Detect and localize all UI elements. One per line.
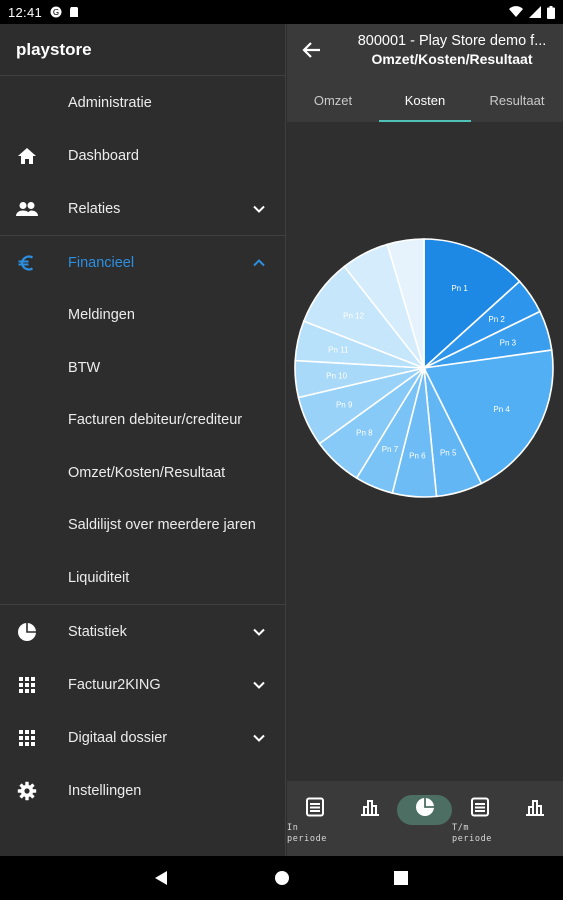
chevron-up-icon	[253, 258, 265, 266]
pie-slice-label: Pn 1	[451, 284, 468, 293]
tab-bar: Omzet Kosten Resultaat	[287, 78, 563, 122]
app-bar-title: 800001 - Play Store demo f...	[357, 33, 547, 49]
tab-kosten[interactable]: Kosten	[379, 78, 471, 122]
nav-in-periode-bar[interactable]	[342, 781, 397, 856]
home-icon	[16, 145, 38, 167]
chevron-down-icon	[253, 681, 265, 689]
list-icon	[470, 797, 489, 817]
back-icon[interactable]	[154, 870, 168, 886]
recents-icon[interactable]	[394, 871, 408, 885]
people-icon	[16, 198, 38, 220]
menu-item-relaties[interactable]: Relaties	[0, 182, 285, 235]
menu-item-meldingen[interactable]: Meldingen	[0, 289, 285, 342]
menu-item-label: Saldilijst over meerdere jaren	[68, 517, 256, 534]
menu-item-label: Administratie	[68, 94, 152, 111]
nav-tm-periode-list[interactable]: T/m periode	[452, 781, 507, 856]
pie-slice-label: Pn 11	[328, 345, 349, 354]
bottom-navigation: In periode T/m periode	[287, 781, 563, 856]
pie-slice-label: Pn 4	[493, 405, 510, 414]
menu-item-omzet-kosten-resultaat[interactable]: Omzet/Kosten/Resultaat	[0, 447, 285, 500]
bar-chart-icon	[360, 800, 379, 816]
pie-chart-area: Pn 1 Pn 2 Pn 3 Pn 4 Pn 5 Pn 6 Pn 7 Pn 8 Pn 9 Pn 1…	[287, 122, 563, 781]
wifi-icon	[509, 6, 523, 18]
report-pane: 800001 - Play Store demo f... Omzet/Kost…	[287, 24, 563, 856]
pie-slice-label: Pn 10	[326, 372, 347, 381]
svg-text:G: G	[53, 8, 59, 17]
pie-chart: Pn 1 Pn 2 Pn 3 Pn 4 Pn 5 Pn 6 Pn 7 Pn 8 Pn 9 Pn 1…	[294, 238, 554, 498]
sd-card-icon	[70, 7, 79, 17]
menu-item-financieel[interactable]: Financieel	[0, 236, 285, 289]
pie-slice-label: Pn 9	[336, 400, 353, 409]
menu-item-dashboard[interactable]: Dashboard	[0, 129, 285, 182]
pie-slice-label: Pn 5	[440, 448, 457, 457]
menu-item-label: Dashboard	[68, 147, 139, 164]
menu-item-administratie[interactable]: Administratie	[0, 76, 285, 129]
menu-item-label: Digitaal dossier	[68, 729, 168, 746]
menu-item-factuur2king[interactable]: Factuur2KING	[0, 658, 285, 711]
menu-item-instellingen[interactable]: Instellingen	[0, 764, 285, 817]
chevron-down-icon	[253, 205, 265, 213]
menu-item-saldilijst[interactable]: Saldilijst over meerdere jaren	[0, 499, 285, 552]
menu-item-label: Omzet/Kosten/Resultaat	[68, 464, 226, 481]
pie-slice-label: Pn 8	[356, 428, 373, 437]
pie-slice-label: Pn 7	[382, 445, 399, 454]
drawer-title: playstore	[0, 24, 285, 76]
menu-item-label: BTW	[68, 359, 101, 376]
nav-label: T/m periode	[452, 823, 493, 844]
nav-in-periode-list[interactable]: In periode	[287, 781, 342, 856]
tab-resultaat[interactable]: Resultaat	[471, 78, 563, 122]
system-nav-bar	[0, 856, 563, 900]
menu-item-label: Facturen debiteur/crediteur	[68, 412, 243, 429]
status-time: 12:41	[8, 4, 43, 20]
menu-item-label: Statistiek	[68, 623, 127, 640]
pie-icon	[16, 621, 38, 643]
nav-label: In periode	[287, 823, 328, 844]
notification-icon: G	[50, 6, 62, 18]
menu-item-label: Factuur2KING	[68, 676, 161, 693]
app-bar-subtitle: Omzet/Kosten/Resultaat	[371, 51, 533, 67]
app-bar: 800001 - Play Store demo f... Omzet/Kost…	[287, 24, 563, 78]
pie-slice-label: Pn 6	[409, 451, 426, 460]
menu-item-label: Financieel	[68, 254, 135, 271]
bar-chart-icon	[525, 800, 544, 816]
back-arrow-icon[interactable]	[301, 39, 323, 61]
menu-item-label: Relaties	[68, 200, 121, 217]
tab-omzet[interactable]: Omzet	[287, 78, 379, 122]
chevron-down-icon	[253, 628, 265, 636]
pie-slice-label: Pn 2	[488, 315, 505, 324]
navigation-drawer: playstore Administratie Dashboard Relati…	[0, 24, 286, 856]
signal-icon	[529, 6, 541, 18]
status-icons	[509, 5, 555, 19]
nav-pie[interactable]	[397, 781, 452, 856]
grid-icon	[16, 674, 38, 696]
grid-icon	[16, 727, 38, 749]
menu-item-digitaal-dossier[interactable]: Digitaal dossier	[0, 711, 285, 764]
menu-item-liquiditeit[interactable]: Liquiditeit	[0, 552, 285, 605]
menu-item-statistiek[interactable]: Statistiek	[0, 605, 285, 658]
home-button-icon[interactable]	[274, 870, 290, 886]
list-icon	[305, 797, 324, 817]
menu-item-label: Liquiditeit	[68, 569, 130, 586]
menu-item-label: Meldingen	[68, 307, 135, 324]
pie-slice-label: Pn 12	[343, 312, 364, 321]
euro-icon	[16, 252, 38, 274]
chevron-down-icon	[253, 734, 265, 742]
battery-icon	[547, 5, 555, 19]
gear-icon	[16, 780, 38, 802]
menu-item-facturen[interactable]: Facturen debiteur/crediteur	[0, 394, 285, 447]
nav-tm-periode-bar[interactable]	[507, 781, 562, 856]
pie-chart-icon	[415, 798, 434, 816]
menu-item-label: Instellingen	[68, 782, 142, 799]
menu-item-btw[interactable]: BTW	[0, 342, 285, 395]
status-bar: 12:41 G	[0, 0, 563, 24]
pie-slice-label: Pn 3	[500, 338, 517, 347]
